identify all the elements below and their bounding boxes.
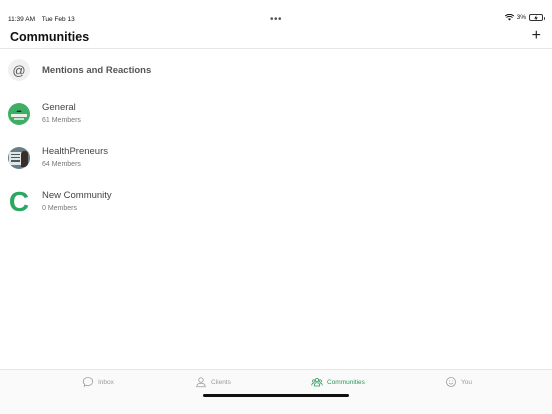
tab-communities[interactable]: Communities xyxy=(311,376,365,388)
group-icon xyxy=(311,378,323,387)
page-title: Communities xyxy=(10,30,90,44)
smiley-icon xyxy=(446,377,456,387)
add-community-button[interactable]: + xyxy=(532,27,541,45)
community-name: New Community xyxy=(42,190,112,201)
status-time: 11:39 AM xyxy=(8,16,35,23)
tab-label: Inbox xyxy=(98,378,114,386)
list-item-general[interactable]: ▬ General 61 Members xyxy=(0,93,552,137)
list-item-mentions[interactable]: @ Mentions and Reactions xyxy=(0,49,552,93)
avatar-letter: C xyxy=(8,191,30,213)
avatar: ▬ xyxy=(8,103,30,125)
home-indicator[interactable] xyxy=(203,394,349,397)
screen: 11:39 AM Tue Feb 13 ••• 3% Communities +… xyxy=(0,0,552,414)
at-sign-icon: @ xyxy=(8,59,30,81)
member-count: 64 Members xyxy=(42,161,81,168)
community-name: HealthPreneurs xyxy=(42,146,109,157)
battery-percent: 3% xyxy=(516,14,526,21)
list-item-new-community[interactable]: C New Community 0 Members xyxy=(0,181,552,225)
tab-label: You xyxy=(461,378,472,386)
tab-inbox[interactable]: Inbox xyxy=(82,376,114,388)
chat-bubble-icon xyxy=(82,377,94,388)
avatar-person xyxy=(21,151,28,167)
multitasking-dots[interactable]: ••• xyxy=(270,14,282,25)
header: Communities + xyxy=(0,26,552,49)
avatar-mark: ▬ xyxy=(16,108,22,114)
avatar xyxy=(8,147,30,169)
tab-label: Communities xyxy=(327,378,365,386)
member-count: 61 Members xyxy=(42,117,81,124)
battery-icon xyxy=(529,14,545,21)
member-count: 0 Members xyxy=(42,205,78,212)
wifi-icon xyxy=(504,14,514,21)
status-bar: 11:39 AM Tue Feb 13 ••• 3% xyxy=(0,0,552,26)
community-name: Mentions and Reactions xyxy=(42,65,152,76)
tab-bar: Inbox Clients Communities You xyxy=(0,369,552,414)
avatar-decoration xyxy=(11,114,27,118)
tab-you[interactable]: You xyxy=(445,376,472,388)
list-item-healthpreneurs[interactable]: HealthPreneurs 64 Members xyxy=(0,137,552,181)
person-icon xyxy=(196,377,206,388)
community-name: General xyxy=(42,102,76,113)
communities-list: @ Mentions and Reactions ▬ General 61 Me… xyxy=(0,49,552,225)
status-date: Tue Feb 13 xyxy=(41,16,75,23)
status-indicators: 3% xyxy=(504,14,545,21)
tab-label: Clients xyxy=(211,378,231,386)
status-time-date: 11:39 AM Tue Feb 13 xyxy=(8,16,80,23)
tab-clients[interactable]: Clients xyxy=(195,376,231,388)
avatar-decoration xyxy=(14,118,24,120)
